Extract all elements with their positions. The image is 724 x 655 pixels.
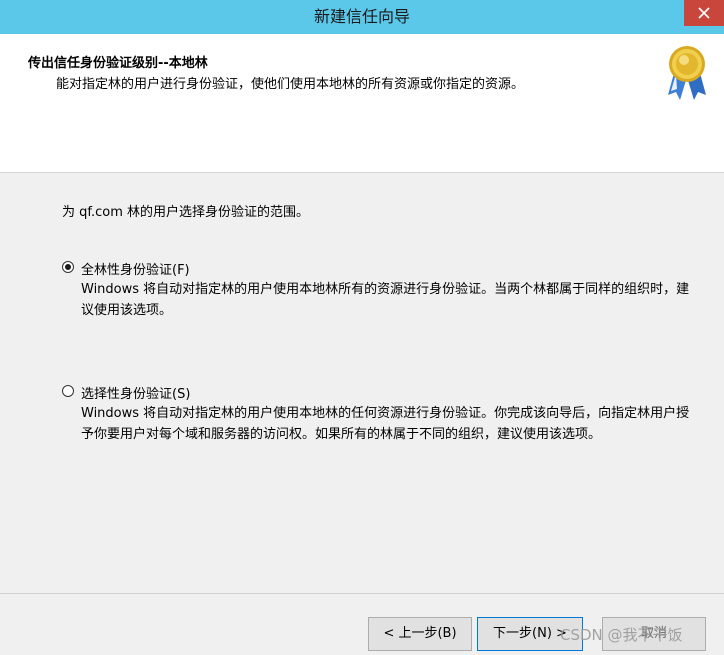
close-button[interactable]	[684, 0, 724, 26]
wizard-header: 传出信任身份验证级别--本地林 能对指定林的用户进行身份验证，使他们使用本地林的…	[0, 34, 724, 173]
footer-divider	[0, 593, 724, 594]
selective-auth-radio[interactable]	[62, 385, 74, 397]
header-title: 传出信任身份验证级别--本地林	[28, 56, 208, 71]
forest-wide-auth-description: Windows 将自动对指定林的用户使用本地林所有的资源进行身份验证。当两个林都…	[81, 282, 690, 318]
certificate-badge-icon	[668, 46, 706, 100]
watermark-text: CSDN @我不干饭	[560, 626, 683, 644]
selective-auth-description: Windows 将自动对指定林的用户使用本地林的任何资源进行身份验证。你完成该向…	[81, 406, 690, 442]
back-button[interactable]: < 上一步(B)	[368, 617, 472, 651]
scope-prompt: 为 qf.com 林的用户选择身份验证的范围。	[62, 205, 310, 220]
window-title: 新建信任向导	[313, 7, 410, 26]
title-bar[interactable]: 新建信任向导	[0, 0, 724, 34]
forest-wide-auth-radio[interactable]	[62, 261, 74, 273]
close-icon	[698, 7, 710, 19]
selective-auth-label[interactable]: 选择性身份验证(S)	[81, 383, 190, 402]
header-description: 能对指定林的用户进行身份验证，使他们使用本地林的所有资源或你指定的资源。	[56, 77, 525, 92]
forest-wide-auth-label[interactable]: 全林性身份验证(F)	[81, 259, 190, 278]
wizard-content: 为 qf.com 林的用户选择身份验证的范围。 全林性身份验证(F) Windo…	[0, 173, 724, 593]
